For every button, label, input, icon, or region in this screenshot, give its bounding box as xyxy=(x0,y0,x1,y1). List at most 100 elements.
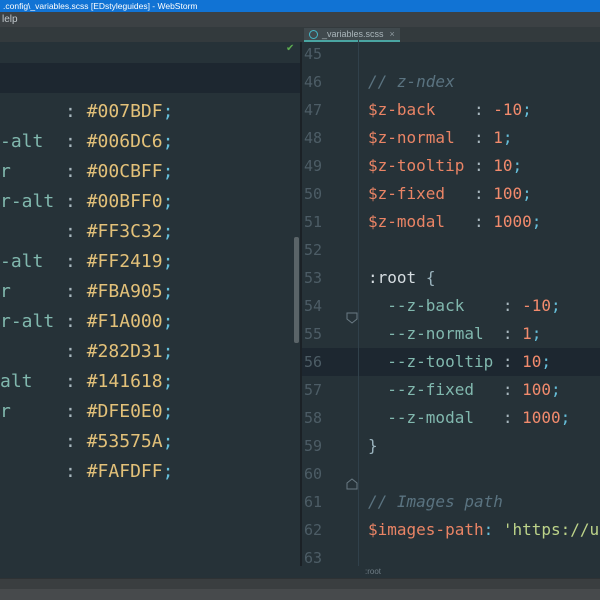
fold-close-icon[interactable] xyxy=(346,478,358,490)
status-bar xyxy=(0,578,600,589)
semicolon: ; xyxy=(162,161,174,182)
code-line[interactable]: $z-normal : 1; xyxy=(368,124,513,152)
variable-name-fragment: r-alt xyxy=(0,191,66,212)
line-number[interactable]: 51 xyxy=(302,208,354,236)
line-number[interactable]: 55 xyxy=(302,320,354,348)
right-editor-pane[interactable]: 45 46 47 48 49 50 51 52 53 54 55 56 57 58 59 60 61 62 63 /… xyxy=(302,40,600,566)
hex-color-value: #FF3C32 xyxy=(86,221,163,242)
line-number[interactable]: 45 xyxy=(302,40,354,68)
left-code-line[interactable]: alt : #141618; xyxy=(0,367,300,397)
code-token-var: $z-tooltip xyxy=(368,156,465,175)
code-line[interactable]: $z-tooltip : 10; xyxy=(368,152,522,180)
code-token-num: -10 xyxy=(522,296,552,315)
code-line[interactable]: --z-modal : 1000; xyxy=(368,404,570,432)
code-token-semi: ; xyxy=(551,380,561,399)
left-code-line[interactable]: : #FAFDFF; xyxy=(0,457,300,487)
code-token-colon: : xyxy=(445,212,494,231)
fold-open-icon[interactable] xyxy=(346,312,358,324)
hex-color-value: #282D31 xyxy=(86,341,163,362)
left-editor-pane[interactable]: : #007BDF; -alt : #006DC6; r : #00CBFF; r-a… xyxy=(0,42,300,578)
line-number[interactable]: 61 xyxy=(302,488,354,516)
code-line[interactable]: --z-normal : 1; xyxy=(368,320,541,348)
hex-color-value: #FF2419 xyxy=(86,251,163,272)
code-line[interactable]: $images-path: 'https://u xyxy=(368,516,599,544)
line-number[interactable]: 56 xyxy=(302,348,354,376)
scss-file-icon xyxy=(309,29,318,39)
webstorm-window: .config\_variables.scss [EDstyleguides] … xyxy=(0,0,600,600)
line-number[interactable]: 47 xyxy=(302,96,354,124)
semicolon: ; xyxy=(162,401,174,422)
semicolon: ; xyxy=(162,221,174,242)
line-number[interactable]: 62 xyxy=(302,516,354,544)
code-token-semi: ; xyxy=(541,352,552,371)
semicolon: ; xyxy=(162,251,174,272)
left-code-line[interactable]: r-alt : #F1A000; xyxy=(0,307,300,337)
hex-color-value: #00CBFF xyxy=(86,161,163,182)
colon: : xyxy=(65,101,87,122)
code-token-num: 100 xyxy=(522,380,552,399)
hex-color-value: #141618 xyxy=(86,371,163,392)
line-number[interactable]: 49 xyxy=(302,152,354,180)
left-code-line[interactable]: : #53575A; xyxy=(0,427,300,457)
breadcrumb-root[interactable]: :root xyxy=(365,566,381,578)
line-number[interactable]: 48 xyxy=(302,124,354,152)
code-token-var: $images-path xyxy=(368,520,484,539)
variable-name-fragment: -alt xyxy=(0,131,66,152)
line-number[interactable]: 59 xyxy=(302,432,354,460)
line-number[interactable]: 58 xyxy=(302,404,354,432)
left-code-line[interactable]: r : #FBA905; xyxy=(0,277,300,307)
code-line[interactable]: // z-ndex xyxy=(368,68,455,96)
code-line[interactable]: } xyxy=(368,432,378,460)
semicolon: ; xyxy=(162,191,174,212)
hex-color-value: #FBA905 xyxy=(86,281,163,302)
line-number[interactable]: 53 xyxy=(302,264,354,292)
code-token-semi: ; xyxy=(531,212,542,231)
gutter-border xyxy=(358,40,359,566)
line-number[interactable]: 50 xyxy=(302,180,354,208)
code-line[interactable]: $z-back : -10; xyxy=(368,96,532,124)
code-line[interactable]: // Images path xyxy=(368,488,503,516)
left-code-line[interactable]: -alt : #FF2419; xyxy=(0,247,300,277)
line-number[interactable]: 46 xyxy=(302,68,354,96)
variable-name-fragment: r xyxy=(0,401,66,422)
left-code-line[interactable]: : #007BDF; xyxy=(0,97,300,127)
line-number[interactable]: 52 xyxy=(302,236,354,264)
colon: : xyxy=(65,341,87,362)
code-line[interactable]: $z-fixed : 100; xyxy=(368,180,532,208)
code-line[interactable]: --z-tooltip : 10; xyxy=(368,348,551,376)
code-line[interactable]: --z-back : -10; xyxy=(368,292,560,320)
line-number[interactable]: 63 xyxy=(302,544,354,566)
left-code-line[interactable]: r : #DFE0E0; xyxy=(0,397,300,427)
semicolon: ; xyxy=(162,131,174,152)
line-number[interactable]: 57 xyxy=(302,376,354,404)
variable-name-fragment: -alt xyxy=(0,251,66,272)
code-line[interactable]: $z-modal : 1000; xyxy=(368,208,541,236)
left-code-line[interactable]: -alt : #006DC6; xyxy=(0,127,300,157)
inspections-ok-icon[interactable]: ✔ xyxy=(286,42,294,56)
code-token-num: 1000 xyxy=(493,212,532,231)
colon: : xyxy=(65,161,87,182)
left-editor-scrollbar-thumb[interactable] xyxy=(294,237,299,343)
code-line[interactable]: --z-fixed : 100; xyxy=(368,376,561,404)
editor-split-area: : #007BDF; -alt : #006DC6; r : #00CBFF; r-a… xyxy=(0,40,600,578)
left-code-line[interactable]: r-alt : #00BFF0; xyxy=(0,187,300,217)
code-token-semi: : xyxy=(483,520,503,539)
variable-name-fragment xyxy=(0,101,65,122)
hex-color-value: #006DC6 xyxy=(86,131,163,152)
left-code-line[interactable]: : #282D31; xyxy=(0,337,300,367)
hex-color-value: #007BDF xyxy=(86,101,163,122)
colon: : xyxy=(65,461,87,482)
code-line[interactable]: :root { xyxy=(368,264,435,292)
left-code-line[interactable]: : #FF3C32; xyxy=(0,217,300,247)
hex-color-value: #FAFDFF xyxy=(86,461,163,482)
code-token-semi: ; xyxy=(560,408,571,427)
hex-color-value: #53575A xyxy=(86,431,163,452)
colon: : xyxy=(65,131,87,152)
tab-close-icon[interactable]: × xyxy=(390,29,395,39)
menu-item-help[interactable]: lelp xyxy=(0,12,18,27)
left-code-line[interactable]: r : #00CBFF; xyxy=(0,157,300,187)
